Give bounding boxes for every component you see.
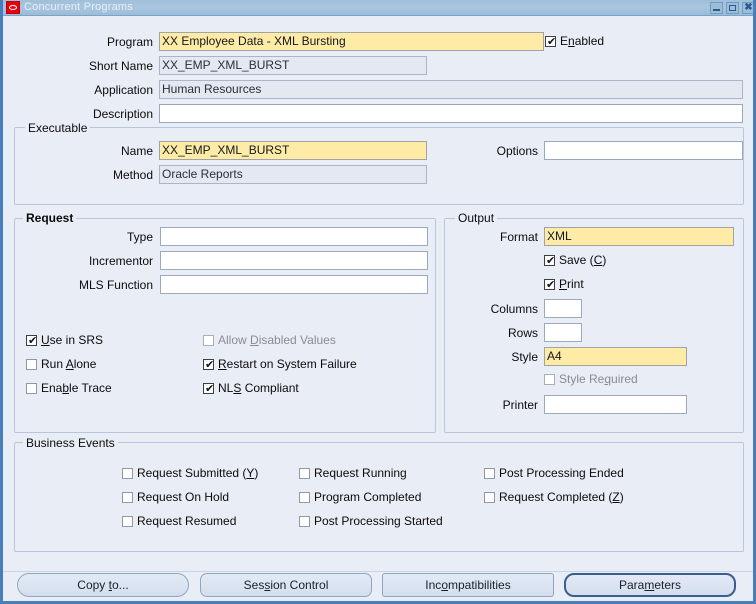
save-checkbox-label: Save (C)	[559, 253, 607, 267]
maximize-icon	[729, 5, 736, 11]
oracle-logo-icon	[6, 1, 20, 14]
close-icon: ✖	[744, 2, 753, 13]
request-group-legend: Request	[23, 212, 77, 224]
description-field[interactable]	[159, 104, 743, 123]
restart-on-system-failure-label: Restart on System Failure	[218, 357, 357, 371]
request-on-hold-checkbox-box	[122, 492, 133, 503]
output-printer-label: Printer	[502, 398, 538, 412]
output-columns-label: Columns	[490, 302, 538, 316]
options-label: Options	[496, 144, 538, 158]
parameters-button[interactable]: Parameters	[564, 573, 736, 597]
output-format-field[interactable]: XML	[544, 227, 734, 246]
description-label: Description	[92, 107, 153, 121]
run-alone-checkbox-box	[26, 359, 37, 370]
post-processing-ended-checkbox-box	[484, 468, 495, 479]
request-mls-function-label: MLS Function	[78, 278, 153, 292]
request-running-label: Request Running	[314, 466, 407, 480]
enabled-checkbox-box: ✔	[545, 35, 557, 48]
nls-compliant-label: NLS Compliant	[218, 381, 299, 395]
copy-to-button[interactable]: Copy to...	[17, 573, 189, 597]
short-name-label: Short Name	[88, 59, 153, 73]
executable-group-legend: Executable	[25, 122, 91, 134]
concurrent-programs-window: Concurrent Programs ✖ Program XX Employe…	[0, 0, 756, 604]
maximize-button[interactable]	[726, 2, 739, 14]
enable-trace-checkbox-box	[26, 383, 37, 394]
restart-on-system-failure-checkbox-box: ✔	[203, 358, 215, 371]
save-checkbox-box: ✔	[544, 254, 556, 267]
output-columns-field[interactable]	[544, 299, 582, 318]
allow-disabled-values-checkbox-box	[203, 335, 214, 346]
session-control-button[interactable]: Session Control	[200, 573, 372, 597]
program-label: Program	[106, 35, 153, 49]
output-style-label: Style	[511, 350, 538, 364]
use-in-srs-checkbox-box: ✔	[26, 334, 38, 347]
minimize-button[interactable]	[710, 2, 723, 14]
output-group-legend: Output	[455, 212, 498, 224]
short-name-field[interactable]: XX_EMP_XML_BURST	[159, 56, 427, 75]
request-incrementor-field[interactable]	[160, 251, 428, 270]
application-label: Application	[94, 83, 153, 97]
print-checkbox-box: ✔	[544, 278, 556, 291]
output-rows-label: Rows	[507, 326, 538, 340]
close-button[interactable]: ✖	[742, 2, 753, 14]
incompatibilities-button[interactable]: Incompatibilities	[382, 573, 554, 597]
request-resumed-label: Request Resumed	[137, 514, 237, 528]
nls-compliant-checkbox-box: ✔	[203, 382, 215, 395]
allow-disabled-values-label: Allow Disabled Values	[218, 333, 336, 347]
run-alone-label: Run Alone	[41, 357, 97, 371]
window-title: Concurrent Programs	[24, 1, 133, 13]
program-completed-checkbox-box	[299, 492, 310, 503]
style-required-label: Style Required	[559, 372, 638, 386]
post-processing-ended-label: Post Processing Ended	[499, 466, 624, 480]
output-printer-field[interactable]	[544, 395, 687, 414]
program-completed-label: Program Completed	[314, 490, 422, 504]
request-submitted-checkbox-box	[122, 468, 133, 479]
minimize-icon	[713, 9, 720, 11]
request-on-hold-label: Request On Hold	[137, 490, 230, 504]
style-required-checkbox-box	[544, 374, 555, 385]
request-type-field[interactable]	[160, 227, 428, 246]
output-format-label: Format	[499, 230, 538, 244]
request-resumed-checkbox-box	[122, 516, 133, 527]
window-title-bar: Concurrent Programs ✖	[3, 0, 753, 16]
program-field[interactable]: XX Employee Data - XML Bursting	[159, 32, 544, 51]
request-completed-checkbox-box	[484, 492, 495, 503]
executable-method-label: Method	[112, 168, 153, 182]
request-running-checkbox-box	[299, 468, 310, 479]
button-bar-separator	[3, 571, 753, 572]
executable-name-label: Name	[120, 144, 153, 158]
options-field[interactable]	[544, 141, 743, 160]
post-processing-started-label: Post Processing Started	[314, 514, 443, 528]
executable-name-field[interactable]: XX_EMP_XML_BURST	[159, 141, 427, 160]
post-processing-started-checkbox-box	[299, 516, 310, 527]
request-type-label: Type	[126, 230, 153, 244]
enable-trace-label: Enable Trace	[41, 381, 112, 395]
output-style-field[interactable]: A4	[544, 347, 687, 366]
use-in-srs-label: Use in SRS	[41, 333, 104, 347]
output-rows-field[interactable]	[544, 323, 582, 342]
request-completed-label: Request Completed (Z)	[499, 490, 624, 504]
enabled-checkbox-label: Enabled	[560, 34, 605, 48]
application-field[interactable]: Human Resources	[159, 80, 743, 99]
executable-method-field[interactable]: Oracle Reports	[159, 165, 427, 184]
request-incrementor-label: Incrementor	[88, 254, 153, 268]
request-mls-function-field[interactable]	[160, 275, 428, 294]
request-submitted-label: Request Submitted (Y)	[137, 466, 259, 480]
business-events-group-legend: Business Events	[23, 437, 118, 449]
form-canvas: Program XX Employee Data - XML Bursting …	[3, 17, 753, 601]
print-checkbox-label: Print	[559, 277, 584, 291]
